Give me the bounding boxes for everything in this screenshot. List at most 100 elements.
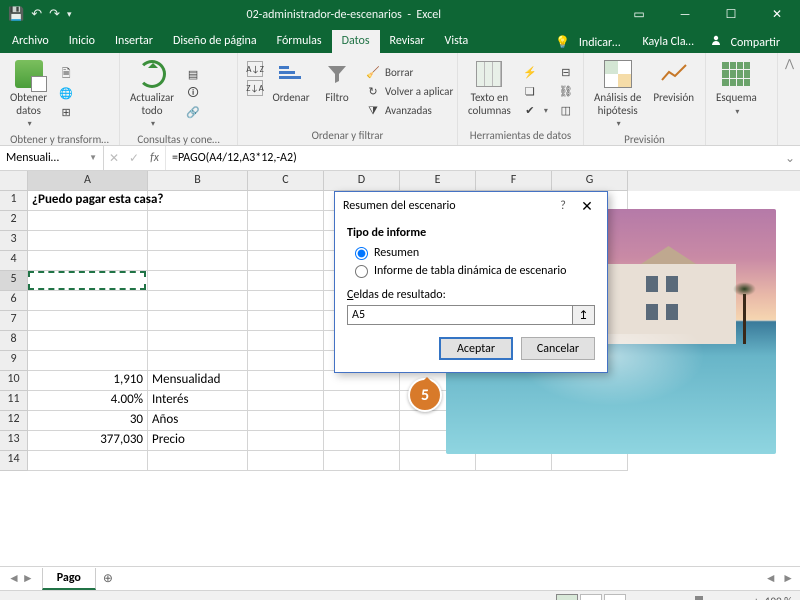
tab-revisar[interactable]: Revisar [380,30,435,53]
zoom-in-icon[interactable]: + [753,595,758,600]
cell-D4[interactable] [324,391,400,411]
refresh-all-button[interactable]: Actualizartodo [126,56,178,131]
ok-button[interactable]: Aceptar [439,337,513,360]
radio-pivot[interactable]: Informe de tabla dinámica de escenario [347,262,595,280]
result-cells-input[interactable] [348,306,572,324]
row-header-10[interactable]: 10 [0,371,28,391]
tab-archivo[interactable]: Archivo [2,30,59,53]
tab-vista[interactable]: Vista [435,30,479,53]
column-header-A[interactable]: A [28,171,148,191]
cell-C8[interactable] [248,311,324,331]
cell-A13[interactable] [28,211,148,231]
dialog-close-icon[interactable]: ✕ [575,198,599,215]
row-header-4[interactable]: 4 [0,251,28,271]
cell-B4[interactable]: Interés [148,391,248,411]
row-header-13[interactable]: 13 [0,431,28,451]
cell-A12[interactable] [28,231,148,251]
tell-me[interactable]: 💡 Indicar… [549,32,632,53]
maximize-icon[interactable]: ☐ [708,0,754,29]
select-all-cells[interactable] [0,171,28,191]
cell-A4[interactable]: 4.00% [28,391,148,411]
cell-A5[interactable]: 1,910 [28,371,148,391]
account-user[interactable]: Kayla Cla… [636,32,699,52]
name-box[interactable]: Mensuali…▼ [0,146,104,170]
tab-diseno[interactable]: Diseño de página [163,30,267,53]
cell-A7[interactable] [28,331,148,351]
column-header-D[interactable]: D [324,171,400,191]
cell-A11[interactable] [28,251,148,271]
sheet-tab-pago[interactable]: Pago [42,568,96,590]
row-header-8[interactable]: 8 [0,331,28,351]
hscroll-left-icon[interactable]: ◄ [765,571,777,586]
row-header-7[interactable]: 7 [0,311,28,331]
cancel-formula-icon[interactable]: ✕ [104,146,124,170]
cell-C12[interactable] [248,231,324,251]
reapply-button[interactable]: ↻Volver a aplicar [362,83,456,101]
row-header-2[interactable]: 2 [0,211,28,231]
filter-button[interactable]: Filtro [316,56,358,127]
column-header-F[interactable]: F [476,171,552,191]
range-picker-icon[interactable]: ↥ [572,306,594,324]
tab-insertar[interactable]: Insertar [105,30,163,53]
row-header-6[interactable]: 6 [0,291,28,311]
cell-A9[interactable] [28,291,148,311]
sort-desc-button[interactable]: Z↓A [244,79,266,97]
sort-button[interactable]: Ordenar [270,56,312,127]
cell-C6[interactable] [248,351,324,371]
column-header-E[interactable]: E [400,171,476,191]
remove-dups-button[interactable]: ❏ [519,83,551,101]
radio-pivot-input[interactable] [355,265,368,278]
row-header-11[interactable]: 11 [0,391,28,411]
minimize-icon[interactable]: — [662,0,708,29]
cell-C4[interactable] [248,391,324,411]
cell-A2[interactable]: 377,030 [28,431,148,451]
cell-B3[interactable]: Años [148,411,248,431]
column-header-B[interactable]: B [148,171,248,191]
ribbon-options-icon[interactable]: ▭ [616,0,662,29]
cell-D5[interactable] [324,371,400,391]
forecast-button[interactable]: Previsión [649,56,698,131]
zoom-level[interactable]: 100 % [765,595,792,600]
cell-A1[interactable] [28,451,148,471]
sheet-nav-prev-icon[interactable]: ◄ [8,571,20,586]
queries-button[interactable]: ▤ [182,66,204,84]
dialog-help-icon[interactable]: ? [551,199,575,213]
cell-B7[interactable] [148,331,248,351]
cell-B11[interactable] [148,251,248,271]
cell-C9[interactable] [248,291,324,311]
relationships-button[interactable]: ⛓ [555,83,577,101]
cell-B1[interactable] [148,451,248,471]
properties-button[interactable]: 🛈 [182,85,204,103]
cell-B13[interactable] [148,211,248,231]
row-header-12[interactable]: 12 [0,411,28,431]
cell-C2[interactable] [248,431,324,451]
cell-D2[interactable] [324,431,400,451]
cell-A8[interactable] [28,311,148,331]
from-web-button[interactable]: 🌐 [55,85,77,103]
enter-formula-icon[interactable]: ✓ [124,146,144,170]
cell-B2[interactable]: Precio [148,431,248,451]
view-normal-icon[interactable] [556,594,578,600]
cell-G1[interactable] [552,451,628,471]
cell-C13[interactable] [248,211,324,231]
view-pagebreak-icon[interactable] [604,594,626,600]
share-button[interactable]: Compartir [704,31,792,53]
cell-C10[interactable] [248,271,324,291]
cell-B10[interactable] [148,271,248,291]
close-icon[interactable]: ✕ [754,0,800,29]
text-to-columns-button[interactable]: Texto encolumnas [464,56,515,127]
cell-B9[interactable] [148,291,248,311]
consolidate-button[interactable]: ⊟ [555,64,577,82]
advanced-filter-button[interactable]: ⧩Avanzadas [362,102,456,120]
formula-input[interactable]: =PAGO(A4/12,A3*12,-A2) [166,146,780,170]
cell-C3[interactable] [248,411,324,431]
cell-B6[interactable] [148,351,248,371]
radio-summary-input[interactable] [355,247,368,260]
tab-formulas[interactable]: Fórmulas [267,30,332,53]
row-header-1[interactable]: 1 [0,191,28,211]
get-data-button[interactable]: Obtenerdatos [6,56,51,131]
data-model-button[interactable]: ◫ [555,102,577,120]
cell-F1[interactable] [476,451,552,471]
sort-asc-button[interactable]: A↓Z [244,60,266,78]
view-layout-icon[interactable] [580,594,602,600]
